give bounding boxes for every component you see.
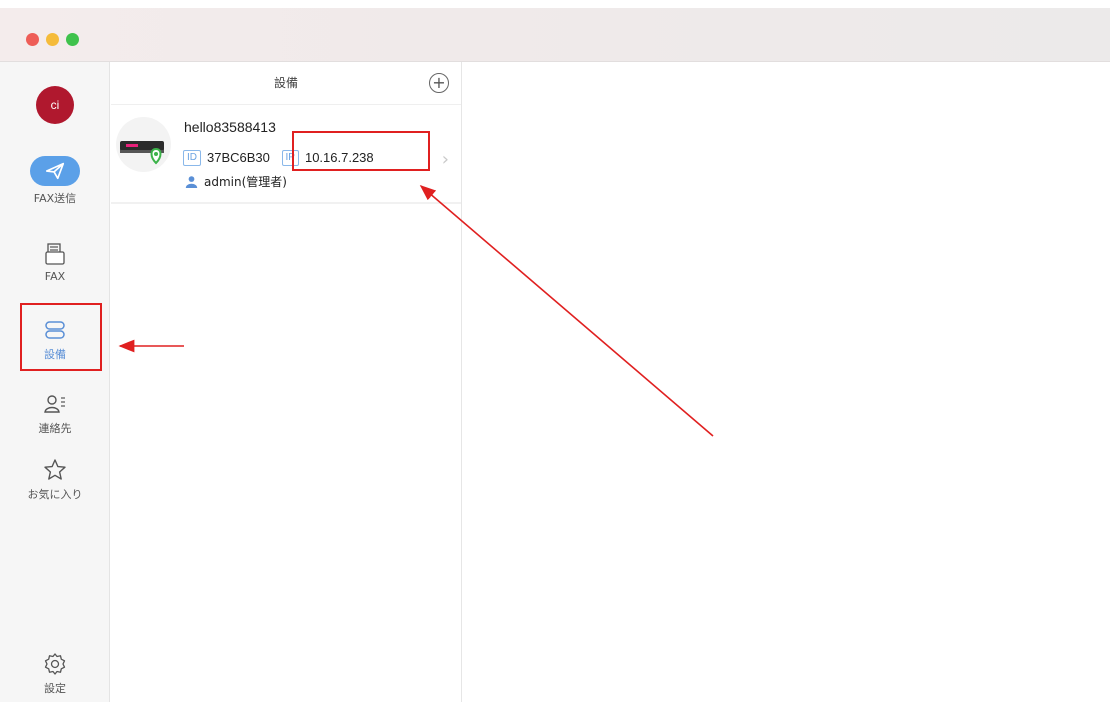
annotation-arrow-diagonal (419, 184, 714, 437)
annotation-arrows (118, 184, 714, 437)
